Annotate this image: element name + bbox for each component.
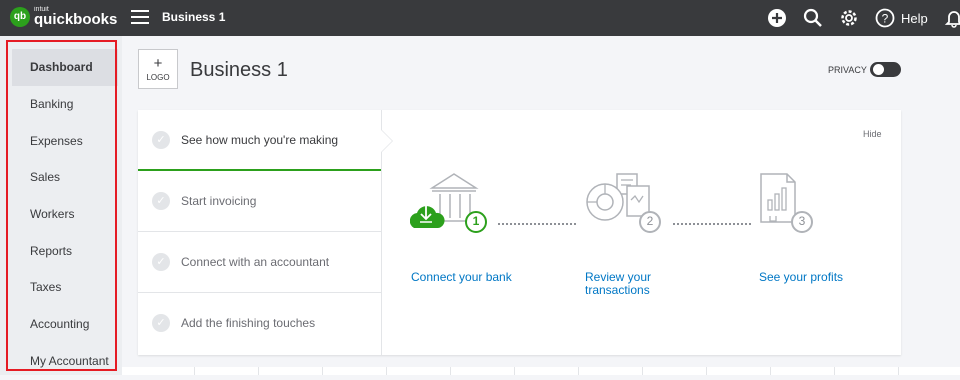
step-finishing-touches[interactable]: ✓ Add the finishing touches bbox=[138, 293, 381, 354]
divider bbox=[258, 367, 259, 375]
divider bbox=[834, 367, 835, 375]
top-bar: qb intuit quickbooks Business 1 ? Help bbox=[0, 0, 960, 36]
step-start-invoicing[interactable]: ✓ Start invoicing bbox=[138, 171, 381, 232]
sidebar-item-taxes[interactable]: Taxes bbox=[12, 269, 118, 306]
help-label[interactable]: Help bbox=[901, 11, 928, 26]
bell-notification-icon[interactable] bbox=[942, 6, 960, 30]
qb-logo-icon: qb bbox=[10, 6, 30, 27]
divider bbox=[194, 367, 195, 375]
step-label: Add the finishing touches bbox=[181, 316, 316, 330]
setup-card: ✓ See how much you're making ✓ Start inv… bbox=[138, 110, 901, 355]
sidebar-item-my-accountant[interactable]: My Accountant bbox=[12, 343, 118, 375]
sidebar-item-reports[interactable]: Reports bbox=[12, 233, 118, 270]
setup-steps-list: ✓ See how much you're making ✓ Start inv… bbox=[138, 110, 382, 355]
privacy-toggle[interactable] bbox=[870, 62, 901, 77]
divider bbox=[898, 367, 899, 375]
sidebar-item-banking[interactable]: Banking bbox=[12, 86, 118, 123]
review-transactions-link[interactable]: Review your transactions bbox=[585, 271, 651, 297]
see-your-profits-link[interactable]: See your profits bbox=[759, 271, 843, 284]
step-label: Start invoicing bbox=[181, 194, 257, 208]
step-connect-accountant[interactable]: ✓ Connect with an accountant bbox=[138, 232, 381, 293]
hamburger-menu-icon[interactable] bbox=[131, 10, 149, 26]
active-step-pointer bbox=[381, 130, 392, 152]
check-icon: ✓ bbox=[152, 192, 170, 210]
flow-step-number: 3 bbox=[798, 214, 806, 228]
brand-name-text: quickbooks bbox=[34, 11, 118, 28]
flow-connector bbox=[673, 223, 751, 225]
divider bbox=[450, 367, 451, 375]
add-logo-button[interactable]: + LOGO bbox=[138, 49, 178, 89]
step-see-how-much[interactable]: ✓ See how much you're making bbox=[138, 110, 381, 171]
sidebar-item-sales[interactable]: Sales bbox=[12, 159, 118, 196]
check-icon: ✓ bbox=[152, 314, 170, 332]
plus-icon: + bbox=[153, 55, 163, 72]
create-plus-icon[interactable] bbox=[765, 6, 789, 30]
quickbooks-logo[interactable]: qb intuit quickbooks bbox=[10, 6, 117, 27]
logo-placeholder-text: LOGO bbox=[146, 73, 170, 82]
flow-connector bbox=[498, 223, 576, 225]
sidebar-item-accounting[interactable]: Accounting bbox=[12, 306, 118, 343]
help-icon[interactable]: ? bbox=[873, 6, 897, 30]
svg-text:?: ? bbox=[882, 12, 889, 26]
review-link-line1: Review your bbox=[585, 270, 652, 284]
page-title: Business 1 bbox=[190, 59, 288, 81]
divider bbox=[642, 367, 643, 375]
step-label: Connect with an accountant bbox=[181, 255, 330, 269]
gear-icon[interactable] bbox=[837, 6, 861, 30]
review-link-line2: transactions bbox=[585, 283, 650, 297]
flow-step-number: 2 bbox=[646, 214, 654, 228]
sidebar-item-expenses[interactable]: Expenses bbox=[12, 123, 118, 160]
sidebar-item-dashboard[interactable]: Dashboard bbox=[12, 49, 118, 86]
brand-intuit-text: intuit bbox=[34, 6, 49, 13]
search-icon[interactable] bbox=[801, 6, 825, 30]
privacy-label: PRIVACY bbox=[828, 65, 867, 75]
step-label: See how much you're making bbox=[181, 133, 339, 147]
divider bbox=[386, 367, 387, 375]
connect-your-bank-link[interactable]: Connect your bank bbox=[411, 271, 512, 284]
flow-step-number: 1 bbox=[472, 214, 480, 228]
divider bbox=[578, 367, 579, 375]
check-icon: ✓ bbox=[152, 253, 170, 271]
hide-link[interactable]: Hide bbox=[863, 129, 882, 139]
divider bbox=[514, 367, 515, 375]
company-name: Business 1 bbox=[162, 10, 226, 24]
check-icon: ✓ bbox=[152, 131, 170, 149]
sidebar-item-workers[interactable]: Workers bbox=[12, 196, 118, 233]
divider bbox=[770, 367, 771, 375]
divider bbox=[706, 367, 707, 375]
divider bbox=[322, 367, 323, 375]
